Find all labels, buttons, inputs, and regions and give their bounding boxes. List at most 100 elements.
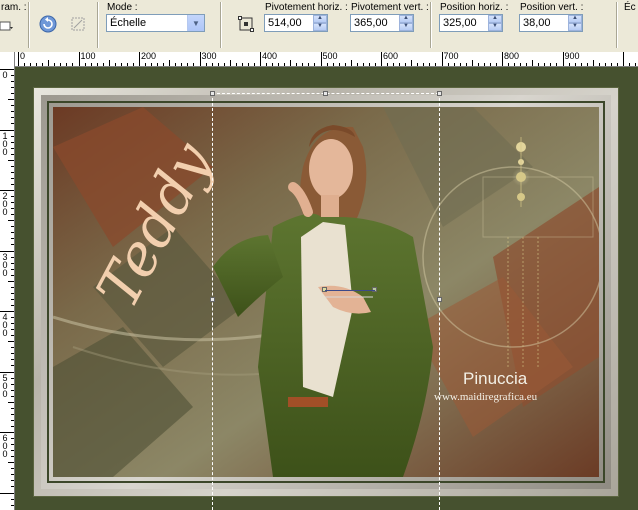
vruler-tick <box>11 177 14 179</box>
vruler-tick <box>8 159 14 161</box>
hruler-tick <box>90 63 92 66</box>
hruler-tick <box>296 63 298 66</box>
vruler-label: 6 0 0 <box>2 433 8 459</box>
spin-down-icon[interactable]: ▼ <box>568 23 582 31</box>
hruler-tick <box>42 63 44 66</box>
hruler-tick <box>66 63 68 66</box>
pivot-icon[interactable] <box>234 12 258 36</box>
hruler-tick <box>126 63 128 66</box>
pivot-horizontal-input[interactable]: 514,00 ▲ ▼ <box>264 14 328 32</box>
hruler-tick <box>272 63 274 66</box>
spin-down-icon[interactable]: ▼ <box>399 23 413 31</box>
spin-down-icon[interactable]: ▼ <box>488 23 502 31</box>
hruler-tick <box>356 63 358 66</box>
hruler-tick <box>241 63 243 66</box>
hruler-tick <box>96 63 98 66</box>
vertical-ruler[interactable]: 0 1 0 0 2 0 0 3 0 0 4 0 0 5 0 0 6 0 0 <box>0 52 15 510</box>
hruler-tick <box>502 52 503 66</box>
hruler-label: 800 <box>504 52 520 61</box>
spin-up-icon[interactable]: ▲ <box>399 15 413 23</box>
vruler-tick <box>11 171 14 173</box>
vruler-tick <box>11 87 14 89</box>
hruler-tick <box>411 60 413 66</box>
hruler-tick <box>526 63 528 66</box>
hruler-label: 200 <box>141 52 157 61</box>
handle-top-right[interactable] <box>437 91 442 96</box>
hruler-tick <box>145 63 147 66</box>
reset-icon[interactable] <box>36 12 60 36</box>
position-vertical-input[interactable]: 38,00 ▲ ▼ <box>519 14 583 32</box>
presets-icon[interactable] <box>0 14 18 38</box>
vruler-label: 2 0 0 <box>2 191 8 217</box>
hruler-tick <box>187 63 189 66</box>
hruler-tick <box>290 60 292 66</box>
hruler-tick <box>350 60 352 66</box>
hruler-tick <box>229 60 231 66</box>
vruler-tick <box>11 81 14 83</box>
handle-top-center[interactable] <box>323 91 328 96</box>
vruler-tick <box>11 395 14 397</box>
handle-middle-right[interactable] <box>437 297 442 302</box>
spin-up-icon[interactable]: ▲ <box>488 15 502 23</box>
vruler-tick <box>0 69 14 70</box>
vruler-tick <box>11 117 14 119</box>
hruler-tick <box>235 63 237 66</box>
vruler-tick <box>11 292 14 294</box>
vruler-tick <box>11 147 14 149</box>
hruler-label: 300 <box>201 52 217 61</box>
vruler-tick <box>11 468 14 470</box>
hruler-tick <box>151 63 153 66</box>
vruler-tick <box>11 425 14 427</box>
hruler-tick <box>610 63 612 66</box>
handle-top-left[interactable] <box>210 91 215 96</box>
hruler-tick <box>556 63 558 66</box>
pivot-vertical-input[interactable]: 365,00 ▲ ▼ <box>350 14 414 32</box>
hruler-tick <box>405 63 407 66</box>
mode-label: Mode : <box>107 2 138 13</box>
scale-label-truncated: Éc <box>624 2 636 13</box>
apply-icon[interactable] <box>66 12 90 36</box>
chevron-down-icon[interactable]: ▼ <box>187 15 204 31</box>
mode-select[interactable]: Échelle ▼ <box>106 14 205 32</box>
hruler-tick <box>550 63 552 66</box>
spin-up-icon[interactable]: ▲ <box>568 15 582 23</box>
horizontal-ruler[interactable]: 0 100 200 300 400 500 600 700 800 900 <box>14 52 638 67</box>
vruler-tick <box>11 123 14 125</box>
vruler-tick <box>11 274 14 276</box>
vruler-tick <box>11 389 14 391</box>
vruler-label: 4 0 0 <box>2 312 8 338</box>
vruler-tick <box>11 93 14 95</box>
position-horizontal-input[interactable]: 325,00 ▲ ▼ <box>439 14 503 32</box>
vruler-tick <box>8 220 14 222</box>
vruler-tick <box>11 323 14 325</box>
hruler-tick <box>471 60 473 66</box>
pivot-horizontal-label: Pivotement horiz. : <box>265 2 348 13</box>
vruler-tick <box>11 256 14 258</box>
hruler-tick <box>247 63 249 66</box>
hruler-tick <box>568 63 570 66</box>
vruler-tick <box>11 383 14 385</box>
hruler-tick <box>399 63 401 66</box>
vruler-tick <box>11 480 14 482</box>
rotation-line <box>325 290 375 291</box>
hruler-tick <box>314 63 316 66</box>
hruler-tick <box>374 63 376 66</box>
vruler-tick <box>11 504 14 506</box>
vruler-tick <box>11 105 14 107</box>
spin-up-icon[interactable]: ▲ <box>313 15 327 23</box>
hruler-tick <box>598 63 600 66</box>
handle-middle-left[interactable] <box>210 297 215 302</box>
hruler-tick <box>217 63 219 66</box>
canvas-image[interactable]: Teddy Pinuccia www.maidiregrafica.eu <box>53 107 599 477</box>
vruler-tick <box>11 196 14 198</box>
vruler-tick <box>11 438 14 440</box>
hruler-tick <box>326 63 328 66</box>
hruler-tick <box>181 63 183 66</box>
vruler-tick <box>11 407 14 409</box>
spin-down-icon[interactable]: ▼ <box>313 23 327 31</box>
hruler-tick <box>114 63 116 66</box>
vruler-tick <box>0 371 14 373</box>
vruler-tick <box>11 329 14 331</box>
position-vertical-label: Position vert. : <box>520 2 584 13</box>
hruler-tick <box>423 63 425 66</box>
